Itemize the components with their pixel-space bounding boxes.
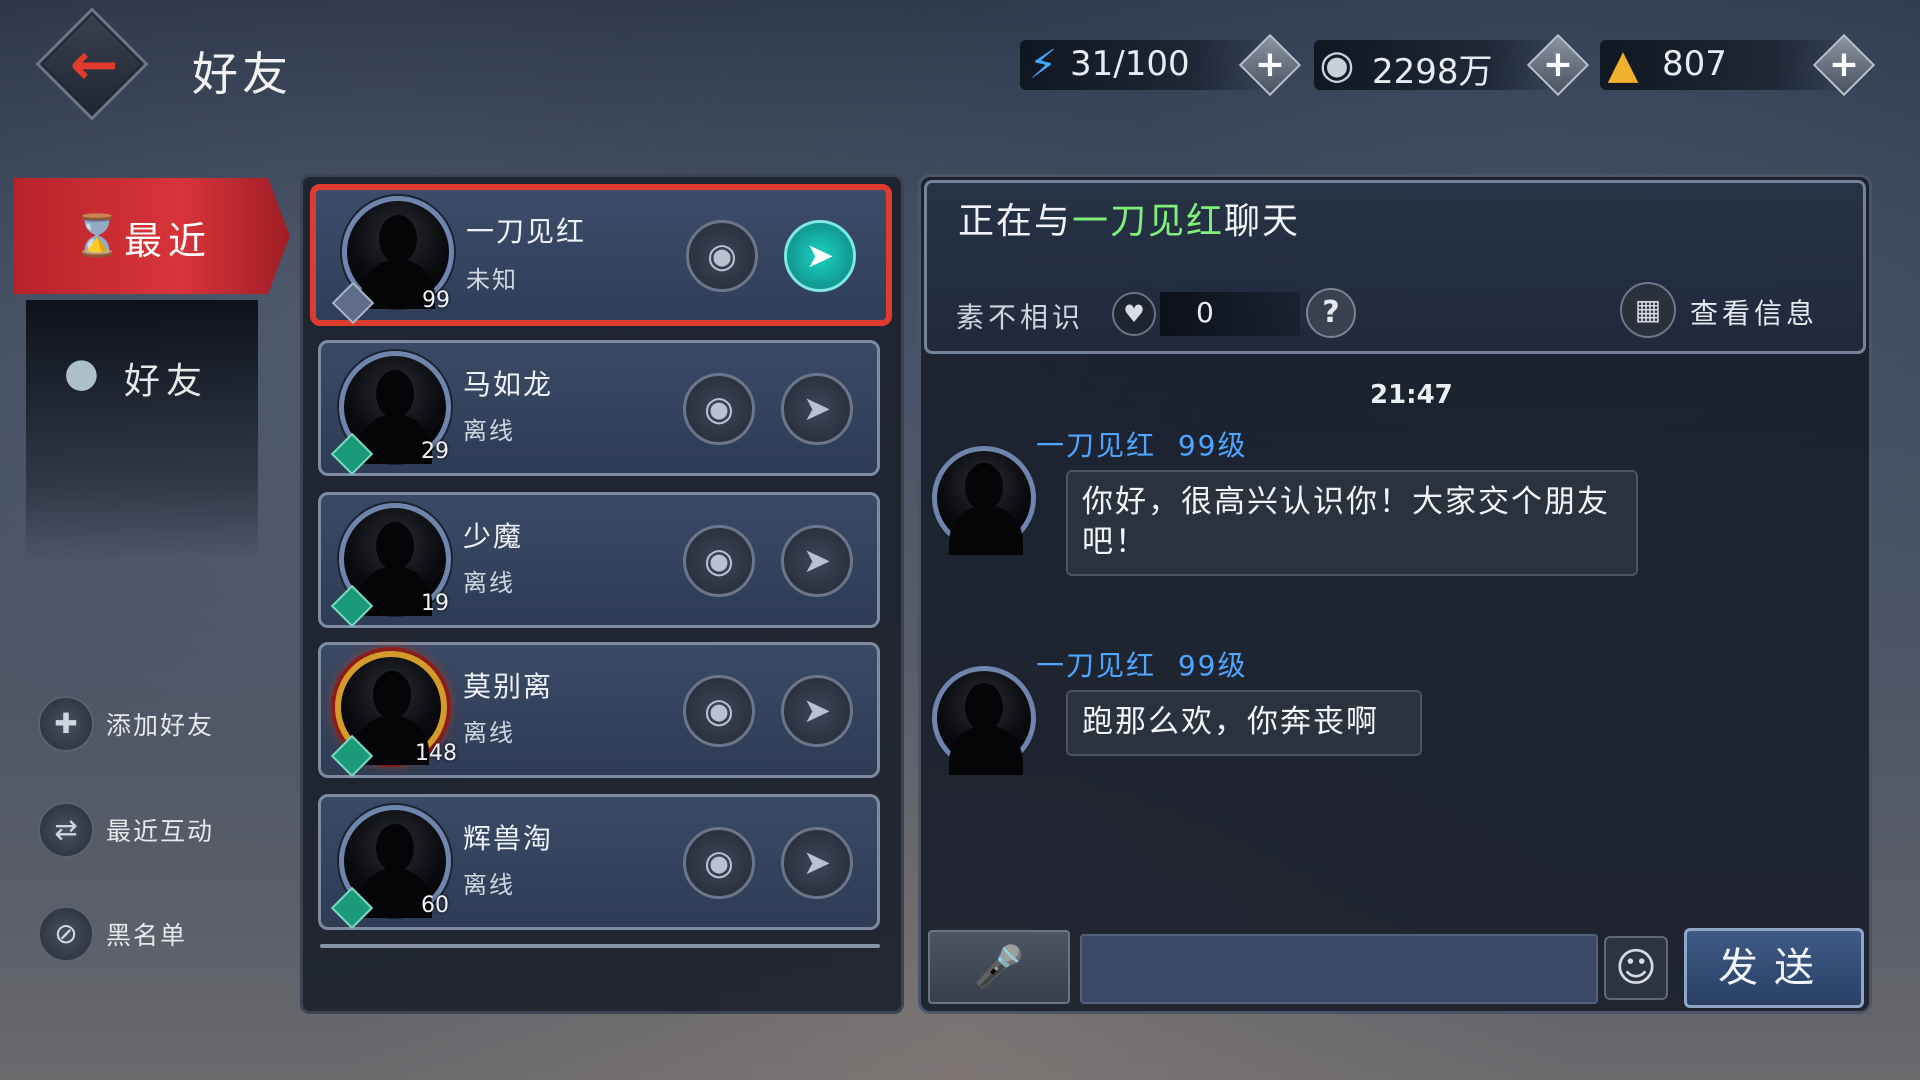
chat-partner-name: 一刀见红	[1072, 201, 1225, 242]
coin-value: 2298万	[1372, 52, 1493, 92]
voice-button[interactable]: 🎤	[928, 930, 1070, 1004]
friend-card[interactable]: 148 莫别离 离线 ◉ ➤	[318, 642, 880, 778]
gold-value: 807	[1662, 44, 1727, 84]
eye-icon: ◉	[704, 541, 734, 581]
lightning-arrow-icon: ➤	[802, 691, 832, 731]
send-button[interactable]: 发送	[1684, 928, 1864, 1008]
interact-button[interactable]: ➤	[781, 373, 853, 445]
eye-icon: ◉	[704, 389, 734, 429]
friend-name: 莫别离	[463, 670, 554, 703]
view-eye-button[interactable]: ◉	[683, 525, 755, 597]
message-sender: 一刀见红 99级	[1036, 649, 1248, 682]
view-info-button[interactable]: 查看信息	[1690, 292, 1818, 332]
blacklist-icon: ⊘	[38, 906, 94, 962]
friend-status: 离线	[463, 719, 515, 747]
help-button[interactable]: ?	[1306, 288, 1356, 338]
hourglass-icon: ⌛	[72, 213, 122, 259]
tab-friends-label: 好友	[124, 361, 209, 402]
coin-icon: ◉	[1319, 42, 1355, 88]
microphone-icon: 🎤	[974, 944, 1024, 990]
chat-title: 正在与一刀见红聊天	[958, 201, 1301, 242]
friend-level: 29	[421, 439, 449, 464]
lightning-icon: ⚡	[1028, 42, 1058, 88]
heart-badge-icon: ♥	[1112, 292, 1156, 336]
back-arrow-icon: ←	[69, 30, 119, 98]
chat-input[interactable]	[1080, 934, 1598, 1004]
friend-level: 148	[415, 741, 457, 766]
friends-icon: ●	[64, 350, 99, 396]
emoji-button[interactable]: ☺	[1604, 936, 1668, 1000]
message-sender: 一刀见红 99级	[1036, 429, 1248, 462]
message-bubble: 你好，很高兴认识你！大家交个朋友吧！	[1066, 470, 1638, 576]
friend-status: 离线	[463, 871, 515, 899]
friend-status: 离线	[463, 569, 515, 597]
gold-resource: ▲ 807 +	[1600, 33, 1876, 97]
view-eye-button[interactable]: ◉	[683, 373, 755, 445]
stamina-value: 31/100	[1070, 44, 1190, 84]
view-eye-button[interactable]: ◉	[683, 827, 755, 899]
lightning-arrow-icon: ➤	[802, 389, 832, 429]
relation-label: 素不相识	[956, 301, 1085, 334]
view-eye-button[interactable]: ◉	[686, 220, 758, 292]
message-timestamp: 21:47	[1370, 380, 1453, 410]
lightning-arrow-icon: ➤	[805, 236, 835, 276]
interaction-icon: ⇄	[38, 802, 94, 858]
recent-interaction-button[interactable]: ⇄ 最近互动	[38, 802, 238, 858]
friend-card-selected[interactable]: 99 一刀见红 未知 ◉ ➤	[310, 184, 892, 326]
interact-button[interactable]: ➤	[784, 220, 856, 292]
friend-card[interactable]: 19 少魔 离线 ◉ ➤	[318, 492, 880, 628]
interact-button[interactable]: ➤	[781, 675, 853, 747]
eye-icon: ◉	[704, 843, 734, 883]
stamina-resource: ⚡ 31/100 +	[1020, 33, 1302, 97]
list-divider	[320, 944, 880, 948]
add-friend-icon: ✚	[38, 696, 94, 752]
relation-bar	[1160, 292, 1300, 336]
friend-level: 60	[421, 893, 449, 918]
view-eye-button[interactable]: ◉	[683, 675, 755, 747]
lightning-arrow-icon: ➤	[802, 843, 832, 883]
message-bubble: 跑那么欢，你奔丧啊	[1066, 690, 1422, 756]
lightning-arrow-icon: ➤	[802, 541, 832, 581]
smiley-icon: ☺	[1615, 945, 1657, 991]
friend-name: 一刀见红	[466, 215, 587, 248]
add-friend-button[interactable]: ✚ 添加好友	[38, 696, 238, 752]
friend-name: 辉兽淘	[463, 822, 554, 855]
tab-recent-label: 最近	[124, 219, 213, 263]
friend-status: 未知	[466, 266, 518, 294]
page-title: 好友	[192, 47, 292, 101]
friend-level: 99	[422, 288, 450, 313]
friend-name: 马如龙	[463, 368, 554, 401]
blacklist-button[interactable]: ⊘ 黑名单	[38, 906, 238, 962]
friend-name: 少魔	[463, 520, 524, 553]
view-info-icon[interactable]: ▦	[1620, 282, 1676, 338]
eye-icon: ◉	[707, 236, 737, 276]
friend-level: 19	[421, 591, 449, 616]
friend-card[interactable]: 60 辉兽淘 离线 ◉ ➤	[318, 794, 880, 930]
eye-icon: ◉	[704, 691, 734, 731]
sender-avatar[interactable]	[932, 446, 1036, 555]
interact-button[interactable]: ➤	[781, 827, 853, 899]
relation-value: 0	[1196, 296, 1214, 329]
friend-status: 离线	[463, 417, 515, 445]
gold-ingot-icon: ▲	[1607, 42, 1639, 88]
friend-card[interactable]: 29 马如龙 离线 ◉ ➤	[318, 340, 880, 476]
interact-button[interactable]: ➤	[781, 525, 853, 597]
coin-resource: ◉ 2298万 +	[1314, 33, 1590, 97]
sender-avatar[interactable]	[932, 666, 1036, 775]
